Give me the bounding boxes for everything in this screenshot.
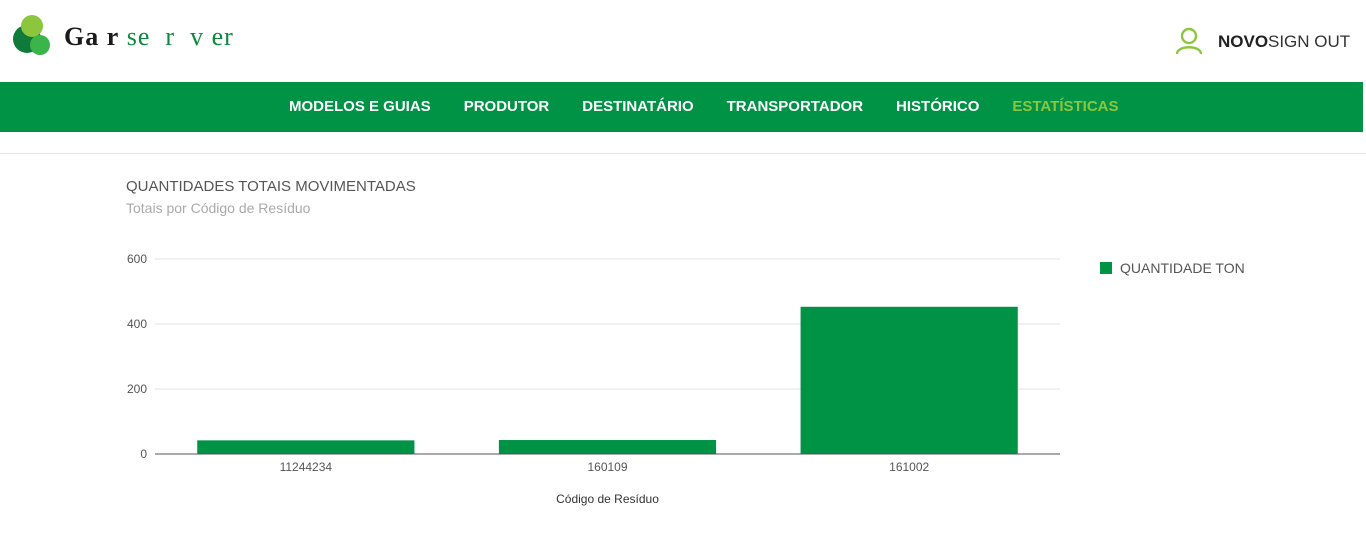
bar <box>800 306 1018 454</box>
x-tick-label: 160109 <box>587 460 627 474</box>
chart-legend[interactable]: QUANTIDADE TON <box>1100 260 1245 276</box>
legend-label: QUANTIDADE TON <box>1120 260 1245 276</box>
legend-swatch <box>1100 262 1112 274</box>
y-tick-label: 400 <box>127 317 147 331</box>
y-tick-label: 200 <box>127 382 147 396</box>
x-tick-label: 11244234 <box>280 460 333 474</box>
bar <box>197 440 415 454</box>
bar <box>498 440 717 454</box>
x-axis-title: Código de Resíduo <box>556 492 659 506</box>
y-tick-label: 0 <box>140 447 147 461</box>
x-tick-label: 161002 <box>889 460 929 474</box>
y-tick-label: 600 <box>127 252 147 266</box>
